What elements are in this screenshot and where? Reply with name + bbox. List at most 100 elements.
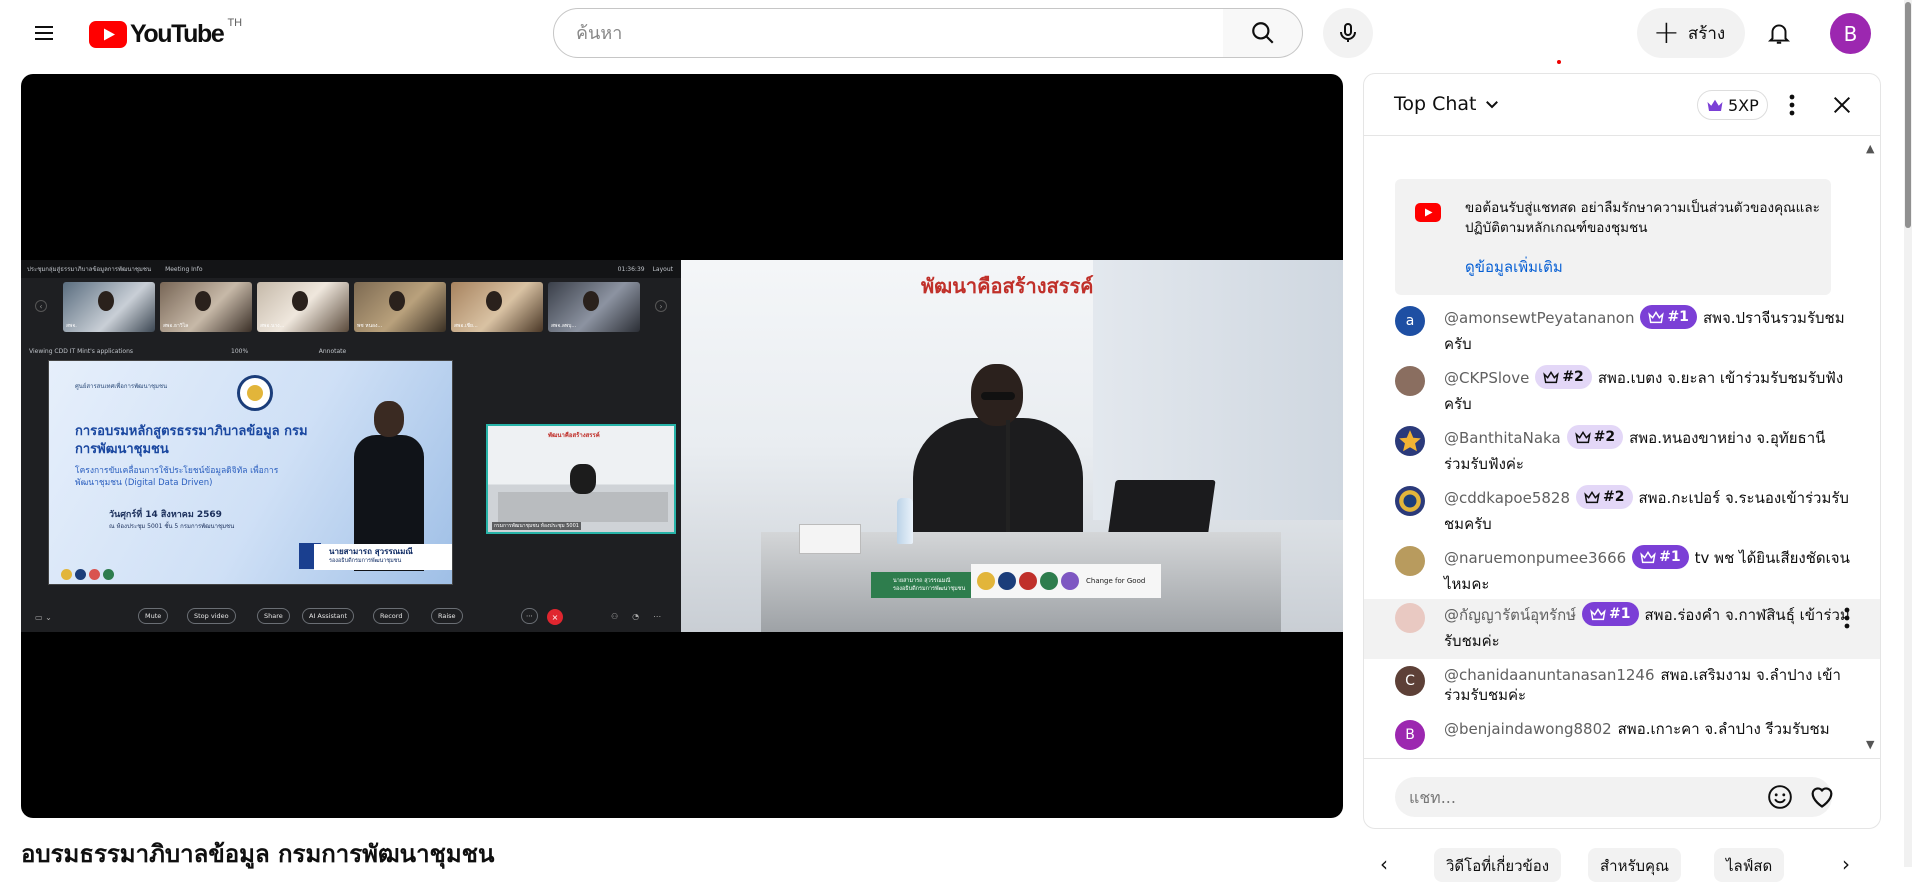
zoom-next-icon: › (655, 300, 667, 312)
author-name[interactable]: @benjaindawong8802 (1444, 720, 1612, 738)
author-avatar[interactable]: B (1395, 720, 1425, 750)
crown-icon (1707, 99, 1723, 111)
zoom-ai-control: AI Assistant (302, 608, 355, 624)
more-vert-icon (1844, 607, 1850, 629)
chat-input-bar (1364, 758, 1880, 828)
badge-rank: #2 (1603, 488, 1625, 505)
account-avatar[interactable]: B (1830, 13, 1871, 54)
leaderboard-badge: #2 (1535, 364, 1592, 389)
logo-text: YouTube (130, 19, 225, 48)
author-name[interactable]: @กัญญารัตน์อุทรักษ์ (1444, 606, 1576, 624)
message-body: @BanthitaNaka #2 สพอ.หนองขาหย่าง จ.อุทัยธา… (1444, 424, 1854, 477)
search-icon (1251, 22, 1274, 44)
message-body: @chanidaanuntanasan1246 สพอ.เสริมงาม จ.ลำ… (1444, 665, 1854, 705)
participant-thumb: สพอ.เชีย... (451, 282, 543, 332)
close-icon (1833, 96, 1851, 114)
meeting-room-camera: พัฒนาคือสร้างสรรค์ นายสามารถ สุวรรณมณี ร… (681, 260, 1343, 632)
heart-reaction-button[interactable] (1808, 783, 1836, 813)
emoji-button[interactable] (1767, 784, 1793, 814)
xp-label: 5XP (1728, 95, 1759, 115)
notifications-button[interactable] (1754, 8, 1804, 58)
chip-related[interactable]: วิดีโอที่เกี่ยวข้อง (1434, 848, 1562, 882)
zoom-thumbnails: สพจ. สพอ.ธาวิไล สพอ.นาง... พช หนอง... สพ… (63, 282, 640, 332)
participant-thumb: สพจ.ลพบุ... (548, 282, 640, 332)
chat-more-button[interactable] (1780, 93, 1804, 117)
author-name[interactable]: @naruemonpumee3666 (1444, 549, 1626, 567)
author-name[interactable]: @BanthitaNaka (1444, 429, 1561, 447)
zoom-meeting-pane: ประชุมกลุ่มสู่ธรรมาภิบาลข้อมูลการพัฒนาชุ… (21, 260, 681, 632)
chat-input-box[interactable] (1395, 777, 1832, 817)
crown-icon (1584, 490, 1600, 503)
zoom-share-control: Share (257, 608, 290, 624)
search-input[interactable] (576, 22, 1223, 44)
zoom-time: 01:36:39 (617, 265, 645, 273)
zoom-prev-icon: ‹ (35, 300, 47, 312)
zoom-right-controls: ⚇ ◔ ⋯ (611, 612, 662, 621)
slide-venue: ณ ห้องประชุม 5001 ชั้น 5 กรมการพัฒนาชุมช… (109, 523, 235, 530)
close-chat-button[interactable] (1830, 93, 1854, 117)
country-code: TH (227, 17, 243, 29)
chat-scroll-up-icon[interactable]: ▲ (1866, 142, 1874, 155)
author-name[interactable]: @amonsewtPeyatananon (1444, 309, 1634, 327)
youtube-logo[interactable]: YouTube TH (89, 17, 243, 49)
zoom-video-control: Stop video (187, 608, 236, 624)
create-button[interactable]: + สร้าง (1637, 8, 1745, 58)
author-name[interactable]: @chanidaanuntanasan1246 (1444, 666, 1655, 684)
zoom-layout: Layout (652, 265, 673, 273)
water-bottle (897, 498, 913, 544)
author-avatar[interactable] (1395, 546, 1425, 576)
chat-mode-selector[interactable]: Top Chat (1394, 93, 1501, 115)
author-name[interactable]: @CKPSlove (1444, 369, 1529, 387)
search-button[interactable] (1223, 8, 1303, 58)
pip-desk (498, 492, 668, 522)
emblem-icon (1399, 490, 1421, 512)
participant-name: สพอ.เชีย... (454, 323, 478, 329)
voice-search-button[interactable] (1323, 8, 1373, 58)
room-speaker (913, 364, 1083, 543)
author-avatar[interactable] (1395, 486, 1425, 516)
author-avatar[interactable] (1395, 426, 1425, 456)
room-microphone (1006, 420, 1010, 540)
search-box[interactable] (553, 8, 1224, 58)
chat-scroll-down-icon[interactable]: ▼ (1866, 738, 1874, 751)
nameplate-name: นายสามารถ สุวรรณมณี (893, 578, 951, 584)
author-avatar[interactable] (1395, 603, 1425, 633)
video-player[interactable]: ประชุมกลุ่มสู่ธรรมาภิบาลข้อมูลการพัฒนาชุ… (21, 74, 1343, 818)
participant-thumb: สพอ.นาง... (257, 282, 349, 332)
leaderboard-badge: #2 (1566, 424, 1624, 449)
menu-button[interactable] (24, 13, 64, 53)
menu-icon (35, 26, 53, 40)
slide-subtitle: โครงการขับเคลื่อนการใช้ประโยชน์ข้อมูลดิจ… (75, 466, 279, 488)
chevron-left-icon[interactable]: ‹ (1380, 852, 1388, 876)
chat-input[interactable] (1409, 787, 1739, 807)
chip-live[interactable]: ไลฟ์สด (1714, 848, 1785, 882)
badge-rank: #1 (1667, 308, 1689, 325)
zoom-toolbar: 100% Annotate (231, 348, 346, 355)
leaderboard-badge: #2 (1576, 484, 1633, 509)
heart-icon (1811, 787, 1833, 808)
author-name[interactable]: @cddkapoe5828 (1444, 489, 1570, 507)
badge-rank: #2 (1562, 368, 1584, 385)
room-nameplate: นายสามารถ สุวรรณมณี รองอธิบดีกรมการพัฒนา… (871, 572, 971, 598)
message-body: @CKPSlove #2 สพอ.เบตง จ.ยะลา เข้าร่วมรับชม… (1444, 364, 1854, 417)
youtube-icon (1415, 203, 1441, 222)
learn-more-link[interactable]: ดูข้อมูลเพิ่มเติม (1465, 255, 1563, 279)
xp-pill[interactable]: 5XP (1697, 90, 1768, 120)
indicator-dot (1557, 60, 1561, 64)
author-avatar[interactable]: C (1395, 666, 1425, 696)
room-logos: Change for Good (971, 564, 1161, 598)
author-avatar[interactable]: a (1395, 306, 1425, 336)
chip-for-you[interactable]: สำหรับคุณ (1588, 848, 1681, 882)
crown-icon (1640, 550, 1656, 563)
page-scrollbar[interactable] (1904, 0, 1912, 867)
smiley-icon (1768, 785, 1792, 809)
message-text: สพอ.เกาะคา จ.ลำปาง รีวมรับชม (1617, 720, 1830, 738)
chat-bubble-icon: ▭ ⌄ (35, 613, 52, 622)
more-vert-icon (1789, 94, 1795, 116)
message-menu-button[interactable] (1844, 607, 1850, 633)
chat-header: Top Chat 5XP (1364, 74, 1880, 136)
chevron-right-icon[interactable]: › (1842, 852, 1850, 876)
participant-thumb: สพจ. (63, 282, 155, 332)
author-avatar[interactable] (1395, 366, 1425, 396)
welcome-text: ขอต้อนรับสู่แชทสด อย่าลืมรักษาความเป็นส่… (1465, 200, 1820, 236)
